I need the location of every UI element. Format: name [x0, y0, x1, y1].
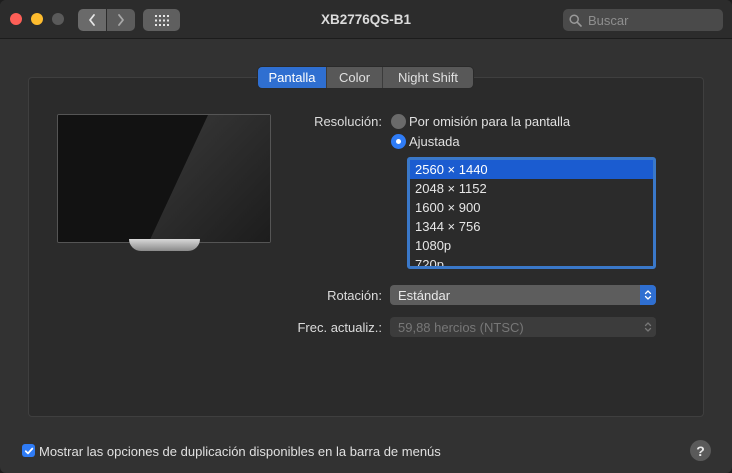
title-bar: XB2776QS-B1 Buscar: [0, 0, 732, 39]
resolution-list[interactable]: 2560 × 1440 2048 × 1152 1600 × 900 1344 …: [407, 157, 656, 269]
help-button[interactable]: ?: [690, 440, 711, 461]
mirroring-checkbox[interactable]: [22, 444, 35, 457]
resolution-item[interactable]: 2560 × 1440: [410, 160, 653, 179]
radio-scaled-label: Ajustada: [409, 134, 460, 149]
resolution-item[interactable]: 2048 × 1152: [410, 179, 653, 198]
monitor-screen: [57, 114, 271, 243]
search-icon: [569, 13, 582, 27]
resolution-item[interactable]: 1600 × 900: [410, 198, 653, 217]
radio-default-label: Por omisión para la pantalla: [409, 114, 571, 129]
resolution-label: Resolución:: [314, 114, 382, 129]
mirroring-label: Mostrar las opciones de duplicación disp…: [39, 444, 441, 459]
refresh-rate-popup: 59,88 hercios (NTSC): [390, 317, 656, 337]
radio-scaled-resolution[interactable]: [391, 134, 406, 149]
resolution-item[interactable]: 720p: [410, 255, 653, 266]
rotation-value: Estándar: [398, 287, 451, 303]
tab-bar: Pantalla Color Night Shift: [258, 67, 473, 88]
tab-pantalla[interactable]: Pantalla: [258, 67, 326, 88]
screen-reflection: [58, 115, 270, 242]
rotation-label: Rotación:: [327, 288, 382, 303]
radio-default-resolution[interactable]: [391, 114, 406, 129]
resolution-item[interactable]: 1344 × 756: [410, 217, 653, 236]
popup-arrows-icon: [640, 285, 656, 305]
refresh-rate-label: Frec. actualiz.:: [297, 320, 382, 335]
search-placeholder: Buscar: [588, 12, 629, 28]
checkmark-icon: [24, 447, 33, 454]
refresh-rate-value: 59,88 hercios (NTSC): [398, 319, 524, 335]
search-field[interactable]: Buscar: [563, 9, 723, 31]
monitor-stand: [129, 239, 200, 251]
popup-arrows-icon: [640, 317, 656, 337]
resolution-item[interactable]: 1080p: [410, 236, 653, 255]
rotation-popup[interactable]: Estándar: [390, 285, 656, 305]
tab-night-shift[interactable]: Night Shift: [382, 67, 473, 88]
tab-color[interactable]: Color: [326, 67, 382, 88]
display-preferences-window: XB2776QS-B1 Buscar Pantalla Color Night …: [0, 0, 732, 473]
